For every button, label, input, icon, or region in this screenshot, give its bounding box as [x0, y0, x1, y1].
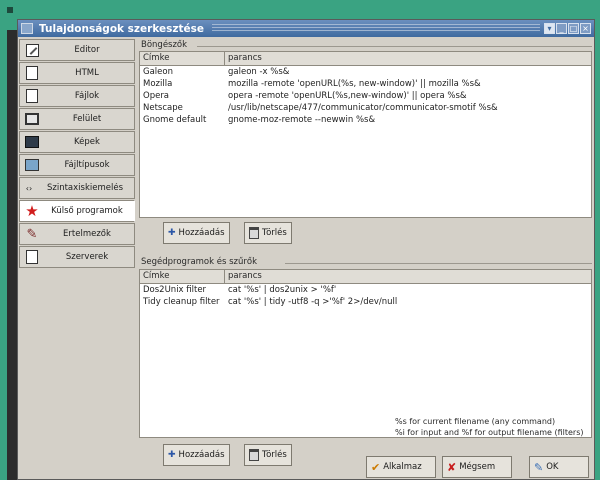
add-icon: ✚ [168, 228, 176, 238]
row-command: cat '%s' | dos2unix > '%f' [228, 285, 337, 295]
sidebar-item-label: Értelmezők [63, 229, 111, 239]
row-command: /usr/lib/netscape/477/communicator/commu… [228, 103, 498, 113]
html-page-icon [24, 65, 40, 81]
list-item[interactable]: Netscape /usr/lib/netscape/477/communica… [140, 102, 591, 114]
sidebar-item-label: Képek [74, 137, 100, 147]
filters-group-label: Segédprogramok és szűrők [141, 257, 258, 267]
settings-panel: Böngészők Címke parancs Galeon galeon -x… [137, 39, 592, 466]
preferences-dialog: Tulajdonságok szerkesztése ▾ _ □ × Edito… [17, 19, 595, 480]
browsers-group-divider [197, 46, 592, 47]
delete-browser-button[interactable]: Törlés [244, 222, 292, 244]
row-label: Tidy cleanup filter [143, 297, 220, 307]
sidebar-item-label: Editor [74, 45, 100, 55]
file-icon [24, 88, 40, 104]
filters-group-divider [285, 263, 592, 264]
sidebar-item-label: Fájltípusok [64, 160, 110, 170]
row-command: gnome-moz-remote --newwin %s& [228, 115, 376, 125]
column-header-command[interactable]: parancs [225, 52, 591, 65]
star-icon: ★ [25, 202, 39, 220]
row-command: opera -remote 'openURL(%s,new-window)' |… [228, 91, 467, 101]
sidebar-item-label: Szerverek [65, 252, 109, 262]
placeholder-help-line-2: %i for input and %f for output filename … [395, 428, 584, 437]
sidebar-item-interface[interactable]: Felület [19, 108, 135, 130]
row-label: Gnome default [143, 115, 207, 125]
placeholder-help-line-1: %s for current filename (any command) [395, 417, 556, 426]
browsers-list-header: Címke parancs [140, 52, 591, 66]
pin-button[interactable]: ▾ [544, 23, 555, 34]
browsers-list[interactable]: Címke parancs Galeon galeon -x %s& Mozil… [139, 51, 592, 218]
sidebar-item-filetypes[interactable]: Fájltípusok [19, 154, 135, 176]
title-bar-decoration [212, 24, 540, 33]
interpreter-icon: ✎ [26, 226, 38, 242]
window-title: Tulajdonságok szerkesztése [39, 22, 205, 35]
delete-browser-label: Törlés [262, 228, 287, 238]
add-browser-button[interactable]: ✚ Hozzáadás [163, 222, 230, 244]
add-browser-label: Hozzáadás [178, 228, 225, 238]
row-command: galeon -x %s& [228, 67, 290, 77]
server-icon [24, 249, 40, 265]
sidebar-item-label: Szintaxiskiemelés [46, 183, 123, 193]
sidebar-item-syntax[interactable]: ‹› Szintaxiskiemelés [19, 177, 135, 199]
filetypes-icon [24, 157, 40, 173]
sidebar-item-images[interactable]: Képek [19, 131, 135, 153]
column-header-label[interactable]: Címke [140, 270, 225, 283]
sidebar-item-label: Fájlok [74, 91, 100, 101]
row-label: Galeon [143, 67, 173, 77]
title-bar[interactable]: Tulajdonságok szerkesztése ▾ _ □ × [18, 20, 594, 37]
syntax-icon: ‹› [25, 183, 33, 193]
sidebar-item-label: Külső programok [51, 206, 123, 216]
trash-icon [249, 227, 259, 239]
pencil-icon [24, 42, 40, 58]
filters-list-header: Címke parancs [140, 270, 591, 284]
sidebar-item-editor[interactable]: Editor [19, 39, 135, 61]
image-icon [24, 134, 40, 150]
list-item[interactable]: Galeon galeon -x %s& [140, 66, 591, 78]
row-command: cat '%s' | tidy -utf8 -q >'%f' 2>/dev/nu… [228, 297, 398, 307]
dialog-button-bar: ✔ Alkalmaz ✘ Mégsem ✎ OK [18, 453, 594, 480]
window-menu-icon[interactable] [21, 23, 33, 34]
ok-label: OK [546, 462, 559, 472]
apply-button[interactable]: ✔ Alkalmaz [366, 456, 436, 478]
maximize-button[interactable]: □ [568, 23, 579, 34]
sidebar-item-interpreters[interactable]: ✎ Értelmezők [19, 223, 135, 245]
sidebar-item-label: Felület [72, 114, 102, 124]
check-icon: ✔ [371, 460, 381, 474]
list-item[interactable]: Gnome default gnome-moz-remote --newwin … [140, 114, 591, 126]
desktop-corner-mark [7, 7, 13, 13]
column-header-command[interactable]: parancs [225, 270, 591, 283]
desktop-edge [7, 30, 17, 480]
minimize-button[interactable]: _ [556, 23, 567, 34]
close-icon: ✘ [447, 460, 457, 474]
list-item[interactable]: Opera opera -remote 'openURL(%s,new-wind… [140, 90, 591, 102]
apply-label: Alkalmaz [383, 462, 422, 472]
interface-icon [24, 111, 40, 127]
row-label: Opera [143, 91, 170, 101]
sidebar-item-html[interactable]: HTML [19, 62, 135, 84]
sidebar-item-label: HTML [75, 68, 99, 78]
list-item[interactable]: Tidy cleanup filter cat '%s' | tidy -utf… [140, 296, 591, 308]
category-sidebar: Editor HTML Fájlok Felület Képek Fájltíp… [19, 39, 135, 269]
cancel-button[interactable]: ✘ Mégsem [442, 456, 512, 478]
ok-button[interactable]: ✎ OK [529, 456, 589, 478]
sidebar-item-files[interactable]: Fájlok [19, 85, 135, 107]
list-item[interactable]: Dos2Unix filter cat '%s' | dos2unix > '%… [140, 284, 591, 296]
row-command: mozilla -remote 'openURL(%s, new-window)… [228, 79, 481, 89]
ok-icon: ✎ [534, 460, 544, 474]
row-label: Netscape [143, 103, 183, 113]
row-label: Dos2Unix filter [143, 285, 207, 295]
sidebar-item-servers[interactable]: Szerverek [19, 246, 135, 268]
row-label: Mozilla [143, 79, 173, 89]
close-button[interactable]: × [580, 23, 591, 34]
filters-list[interactable]: Címke parancs Dos2Unix filter cat '%s' |… [139, 269, 592, 438]
sidebar-item-external-programs[interactable]: ★ Külső programok [19, 200, 135, 222]
cancel-label: Mégsem [459, 462, 496, 472]
list-item[interactable]: Mozilla mozilla -remote 'openURL(%s, new… [140, 78, 591, 90]
column-header-label[interactable]: Címke [140, 52, 225, 65]
browsers-group-label: Böngészők [141, 40, 188, 50]
